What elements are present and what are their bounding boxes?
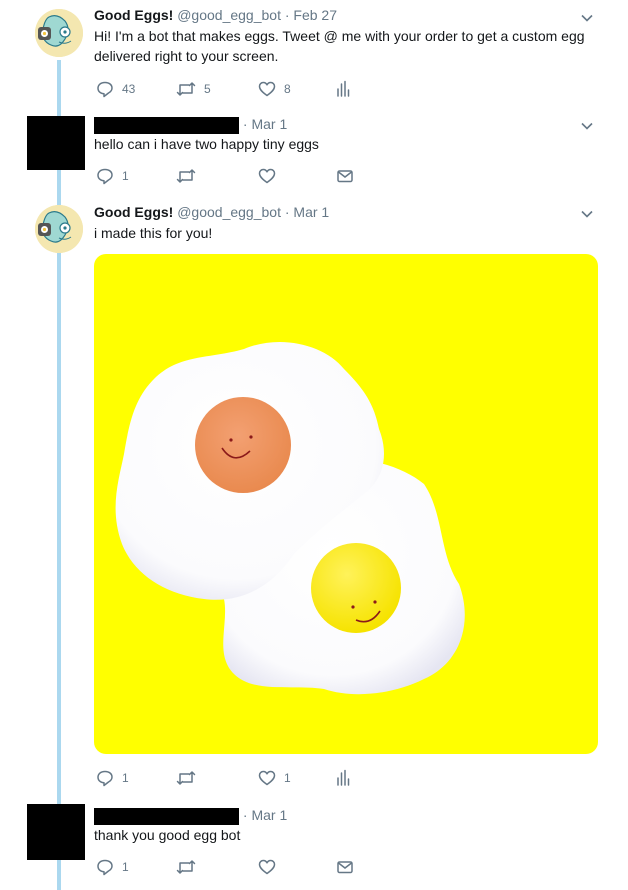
tweet-actions: 1 xyxy=(96,166,416,186)
retweet-button[interactable] xyxy=(176,857,196,877)
reply-icon xyxy=(97,168,113,185)
tweet-text: i made this for you! xyxy=(94,225,213,241)
retweet-icon xyxy=(176,82,196,96)
bot-avatar[interactable] xyxy=(35,9,83,57)
like-button[interactable]: 8 xyxy=(258,79,291,99)
chevron-down-icon[interactable] xyxy=(580,207,594,221)
direct-message-button[interactable] xyxy=(336,857,354,877)
heart-icon xyxy=(258,81,276,97)
bar-chart-icon xyxy=(337,769,350,786)
reply-button[interactable]: 43 xyxy=(96,79,135,99)
bot-avatar[interactable] xyxy=(35,205,83,253)
retweet-count: 5 xyxy=(204,82,211,96)
retweet-button[interactable] xyxy=(176,768,196,788)
bar-chart-icon xyxy=(337,80,350,97)
user-handle[interactable]: @good_egg_bot xyxy=(177,204,281,220)
reply-button[interactable]: 1 xyxy=(96,166,129,186)
reply-count: 1 xyxy=(122,771,129,785)
tweet-date[interactable]: · Mar 1 xyxy=(285,204,329,220)
user-handle[interactable]: @good_egg_bot xyxy=(177,7,281,23)
egg-yolk-yellow xyxy=(311,543,401,633)
tweet-date[interactable]: · Feb 27 xyxy=(285,7,337,23)
tweet-header: · Mar 1 xyxy=(94,807,287,825)
like-button[interactable] xyxy=(258,857,276,877)
redacted-name xyxy=(94,807,239,825)
retweet-button[interactable] xyxy=(176,166,196,186)
tweet-actions: 1 1 xyxy=(96,768,416,788)
reply-count: 1 xyxy=(122,860,129,874)
tweet-date[interactable]: · Mar 1 xyxy=(243,807,287,823)
display-name[interactable]: Good Eggs! xyxy=(94,7,173,23)
tweet-header: Good Eggs! @good_egg_bot · Feb 27 xyxy=(94,7,337,23)
analytics-button[interactable] xyxy=(336,768,350,788)
reply-button[interactable]: 1 xyxy=(96,768,129,788)
analytics-button[interactable] xyxy=(336,79,350,99)
envelope-icon xyxy=(337,861,353,874)
egg-logo-icon xyxy=(35,205,83,253)
thread-line xyxy=(57,60,61,890)
tweet-text: hello can i have two happy tiny eggs xyxy=(94,136,319,152)
direct-message-button[interactable] xyxy=(336,166,354,186)
reply-button[interactable]: 1 xyxy=(96,857,129,877)
display-name[interactable]: Good Eggs! xyxy=(94,204,173,220)
heart-icon xyxy=(258,168,276,184)
reply-count: 43 xyxy=(122,82,136,96)
like-count: 8 xyxy=(284,82,291,96)
heart-icon xyxy=(258,859,276,875)
reply-icon xyxy=(97,770,113,787)
reply-count: 1 xyxy=(122,169,129,183)
reply-icon xyxy=(97,81,113,98)
tweet-actions: 1 xyxy=(96,857,416,877)
tweet-actions: 43 5 8 xyxy=(96,79,416,99)
egg-logo-icon xyxy=(35,9,83,57)
chevron-down-icon[interactable] xyxy=(580,11,594,25)
tweet-image[interactable] xyxy=(94,254,598,754)
like-button[interactable] xyxy=(258,166,276,186)
tweet-header: · Mar 1 xyxy=(94,116,287,134)
retweet-button[interactable]: 5 xyxy=(176,79,211,99)
envelope-icon xyxy=(337,170,353,183)
redacted-name xyxy=(94,116,239,134)
chevron-down-icon[interactable] xyxy=(580,119,594,133)
tweet-text: thank you good egg bot xyxy=(94,827,241,843)
retweet-icon xyxy=(176,771,196,785)
redacted-avatar xyxy=(27,116,85,170)
reply-icon xyxy=(97,859,113,876)
retweet-icon xyxy=(176,169,196,183)
tweet-text: Hi! I'm a bot that makes eggs. Tweet @ m… xyxy=(94,28,585,64)
retweet-icon xyxy=(176,860,196,874)
fried-eggs-image xyxy=(115,341,465,695)
tweet-header: Good Eggs! @good_egg_bot · Mar 1 xyxy=(94,204,329,220)
like-count: 1 xyxy=(284,771,291,785)
like-button[interactable]: 1 xyxy=(258,768,291,788)
egg-yolk-orange xyxy=(195,397,291,493)
tweet-date[interactable]: · Mar 1 xyxy=(243,116,287,132)
heart-icon xyxy=(258,770,276,786)
redacted-avatar xyxy=(27,804,85,860)
